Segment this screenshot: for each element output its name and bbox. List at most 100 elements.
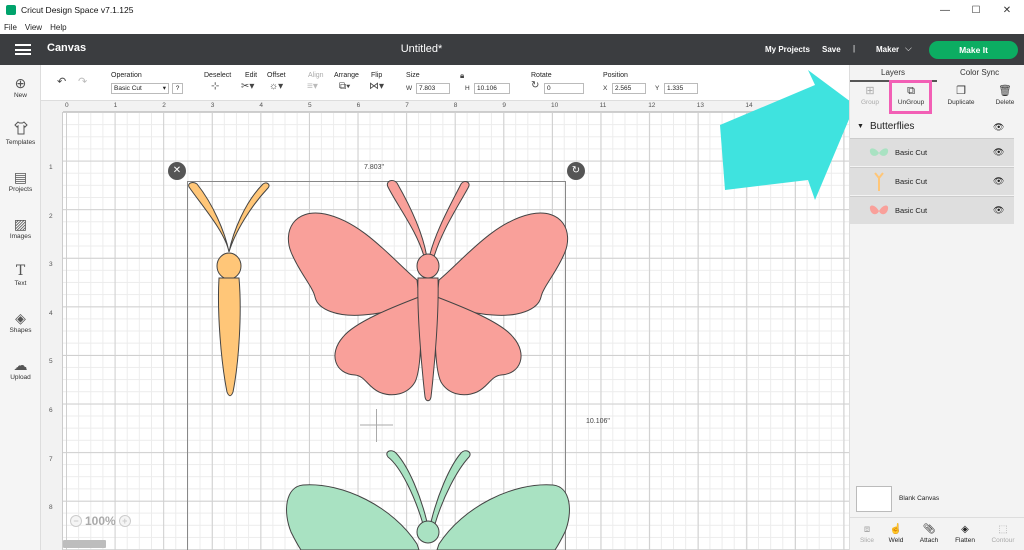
minimize-button[interactable]: — bbox=[930, 0, 960, 20]
eye-icon[interactable]: 👁︎ bbox=[993, 176, 1004, 187]
project-title: Untitled* bbox=[400, 43, 443, 55]
orange-body-thumbnail bbox=[874, 172, 884, 191]
contour-icon: ⬚ bbox=[998, 524, 1008, 535]
delete-label: Delete bbox=[995, 99, 1015, 106]
my-projects-link[interactable]: My Projects bbox=[765, 45, 810, 54]
rotate-icon: ↻ bbox=[531, 80, 540, 91]
edit-label: Edit bbox=[245, 72, 258, 79]
width-input[interactable]: 7.803 bbox=[416, 83, 450, 94]
menu-help[interactable]: Help bbox=[50, 23, 66, 32]
sidebar-item-new[interactable]: ⊕ New bbox=[0, 74, 41, 99]
horizontal-scrollbar[interactable] bbox=[63, 540, 106, 548]
group-icon: ⊞ bbox=[865, 85, 875, 97]
attach-label: Attach bbox=[919, 537, 939, 544]
rotate-label: Rotate bbox=[531, 72, 552, 79]
layer-row[interactable]: Basic Cut 👁︎ bbox=[850, 196, 1014, 224]
ruler-top-number: 6 bbox=[356, 102, 361, 109]
blank-canvas-swatch[interactable] bbox=[856, 486, 892, 512]
save-link[interactable]: Save bbox=[822, 45, 841, 54]
blank-canvas-label: Blank Canvas bbox=[899, 495, 940, 502]
header-separator: | bbox=[853, 44, 856, 53]
cloud-upload-icon: ☁ bbox=[13, 357, 28, 373]
attach-button[interactable]: 📎︎ Attach bbox=[912, 522, 946, 544]
contour-label: Contour bbox=[991, 537, 1015, 544]
height-input[interactable]: 10.106 bbox=[474, 83, 510, 94]
delete-button[interactable]: 🗑︎ Delete bbox=[985, 83, 1024, 106]
caret-down-icon[interactable]: ▼ bbox=[857, 123, 864, 130]
menu-file[interactable]: File bbox=[4, 23, 17, 32]
y-label: Y bbox=[655, 85, 660, 92]
notebook-icon: ▤ bbox=[13, 169, 28, 185]
selection-width-label: 7.803" bbox=[364, 164, 385, 171]
contour-button[interactable]: ⬚ Contour bbox=[986, 522, 1020, 544]
sidebar-item-text[interactable]: T Text bbox=[0, 262, 41, 287]
rotate-handle-icon[interactable]: ↻ bbox=[567, 162, 585, 180]
chevron-down-icon[interactable]: ⌵ bbox=[905, 43, 912, 54]
ruler-top-number: 1 bbox=[113, 102, 118, 109]
zoom-out-button[interactable]: − bbox=[70, 515, 82, 527]
redo-icon[interactable]: ↷ bbox=[78, 75, 87, 88]
offset-icon[interactable]: ☼▾ bbox=[269, 81, 283, 92]
duplicate-button[interactable]: ❐ Duplicate bbox=[941, 83, 981, 106]
eye-icon[interactable]: 👁︎ bbox=[993, 205, 1004, 216]
tab-color-sync[interactable]: Color Sync bbox=[960, 68, 999, 77]
left-sidebar: ⊕ New Templates ▤ Projects ▨ Images T Text ◈… bbox=[0, 65, 41, 550]
arrange-icon[interactable]: ⧉▾ bbox=[339, 81, 350, 92]
green-butterfly[interactable] bbox=[286, 450, 570, 550]
undo-icon[interactable]: ↶ bbox=[57, 75, 66, 88]
arrange-label: Arrange bbox=[334, 72, 359, 79]
tab-layers[interactable]: Layers bbox=[881, 68, 905, 77]
orange-butterfly-body[interactable] bbox=[188, 182, 270, 397]
sidebar-label: Projects bbox=[8, 186, 33, 193]
rotate-input[interactable]: 0 bbox=[544, 83, 584, 94]
delete-handle-icon[interactable]: ✕ bbox=[168, 162, 186, 180]
align-icon[interactable]: ≡▾ bbox=[307, 81, 318, 92]
zoom-level: 100% bbox=[85, 514, 116, 528]
flatten-button[interactable]: ◈ Flatten bbox=[948, 522, 982, 544]
menu-view[interactable]: View bbox=[25, 23, 42, 32]
y-input[interactable]: 1.335 bbox=[664, 83, 698, 94]
deselect-icon[interactable]: ⊹ bbox=[211, 81, 219, 92]
ungroup-highlight bbox=[889, 80, 932, 114]
close-window-button[interactable]: ✕ bbox=[992, 0, 1022, 20]
sidebar-item-projects[interactable]: ▤ Projects bbox=[0, 168, 41, 193]
zoom-in-button[interactable]: + bbox=[118, 515, 131, 527]
edit-scissors-icon[interactable]: ✂▾ bbox=[241, 81, 254, 92]
position-label: Position bbox=[603, 72, 628, 79]
operation-select[interactable]: Basic Cut ▾ bbox=[111, 83, 169, 94]
eye-icon[interactable]: 👁︎ bbox=[993, 122, 1004, 133]
x-input[interactable]: 2.565 bbox=[612, 83, 646, 94]
weld-button[interactable]: ☝ Weld bbox=[879, 522, 913, 544]
paperclip-icon: 📎︎ bbox=[922, 524, 936, 535]
eye-icon[interactable]: 👁︎ bbox=[993, 147, 1004, 158]
group-button[interactable]: ⊞ Group bbox=[850, 83, 890, 106]
maximize-button[interactable]: ☐ bbox=[961, 0, 991, 20]
machine-select[interactable]: Maker bbox=[876, 45, 899, 54]
flip-icon[interactable]: ⋈▾ bbox=[369, 81, 384, 92]
layer-row[interactable]: Basic Cut 👁︎ bbox=[850, 167, 1014, 195]
ruler-left-number: 5 bbox=[49, 358, 53, 366]
layer-name: Basic Cut bbox=[895, 177, 928, 186]
sidebar-item-upload[interactable]: ☁ Upload bbox=[0, 356, 41, 381]
sidebar-item-shapes[interactable]: ◈ Shapes bbox=[0, 309, 41, 334]
pink-butterfly[interactable] bbox=[287, 179, 569, 402]
ruler-left-number: 4 bbox=[49, 309, 53, 317]
text-icon: T bbox=[15, 263, 26, 279]
make-it-button[interactable]: Make It bbox=[929, 41, 1018, 59]
sidebar-label: New bbox=[13, 92, 27, 99]
ruler-top-number: 7 bbox=[405, 102, 409, 109]
layer-row[interactable]: Basic Cut 👁︎ bbox=[850, 138, 1014, 166]
ruler-top-number: 11 bbox=[599, 102, 607, 109]
ruler-top-number: 3 bbox=[210, 102, 215, 109]
ruler-top-number: 12 bbox=[648, 102, 656, 109]
ruler-top-number: 13 bbox=[696, 102, 705, 109]
sidebar-item-images[interactable]: ▨ Images bbox=[0, 215, 41, 240]
ruler-left: 1 2 3 4 5 6 7 8 bbox=[41, 112, 63, 550]
layer-group-header[interactable]: ▼ Butterflies bbox=[857, 121, 914, 132]
ruler-left-number: 2 bbox=[49, 212, 53, 220]
ruler-corner bbox=[41, 101, 63, 112]
ruler-left-number: 3 bbox=[49, 261, 53, 269]
operation-help-button[interactable]: ? bbox=[172, 83, 183, 94]
lock-icon[interactable]: 🔒︎ bbox=[460, 71, 464, 81]
sidebar-item-templates[interactable]: Templates bbox=[0, 121, 41, 146]
